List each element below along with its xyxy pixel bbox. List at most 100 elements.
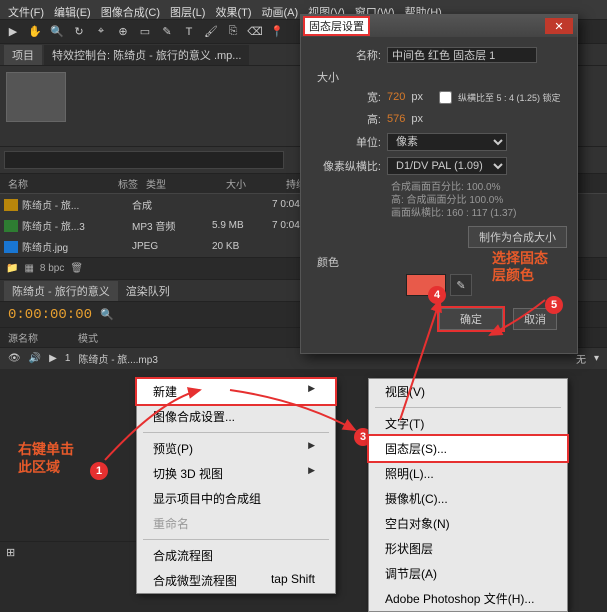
menu-edit[interactable]: 编辑(E) xyxy=(50,2,95,17)
menu-item-photoshop[interactable]: Adobe Photoshop 文件(H)... xyxy=(369,586,567,611)
tab-render-queue[interactable]: 渲染队列 xyxy=(118,281,178,301)
make-comp-size-button[interactable]: 制作为合成大小 xyxy=(468,226,567,248)
menu-separator xyxy=(375,407,561,408)
menu-item-shape[interactable]: 形状图层 xyxy=(369,536,567,561)
pin-tool-icon[interactable]: 📍 xyxy=(268,23,286,41)
unit-select[interactable]: 像素 xyxy=(387,133,507,151)
bpc-button[interactable]: 8 bpc xyxy=(40,263,64,274)
eyedropper-button[interactable]: ✎ xyxy=(450,274,472,296)
label-name: 名称: xyxy=(311,47,381,63)
info-height-pct: 高: 合成画面分比 100.0% xyxy=(391,194,567,207)
speaker-icon[interactable]: 🔊 xyxy=(29,353,41,364)
layer-name: 陈绮贞 - 旅....mp3 xyxy=(78,351,157,366)
par-select[interactable]: D1/DV PAL (1.09) xyxy=(387,157,507,175)
file-size: 5.9 MB xyxy=(212,220,272,231)
lock-aspect-checkbox[interactable] xyxy=(439,91,452,104)
zoom-tool-icon[interactable]: 🔍 xyxy=(48,23,66,41)
dialog-titlebar[interactable]: 固态层设置 ✕ xyxy=(301,15,577,37)
eraser-tool-icon[interactable]: ⌫ xyxy=(246,23,264,41)
chevron-down-icon[interactable]: ▾ xyxy=(594,353,599,364)
file-name: 陈绮贞 - 旅... xyxy=(22,197,132,212)
menu-item-preview[interactable]: 预览(P) xyxy=(137,436,335,461)
brush-tool-icon[interactable]: 🖌 xyxy=(202,23,220,41)
trash-icon[interactable]: 🗑 xyxy=(70,263,83,274)
col-type[interactable]: 类型 xyxy=(142,176,222,191)
context-menu-layer: 新建 图像合成设置... 预览(P) 切换 3D 视图 显示项目中的合成组 重命… xyxy=(136,378,336,594)
text-tool-icon[interactable]: T xyxy=(180,23,198,41)
tab-comp-timeline[interactable]: 陈绮贞 - 旅行的意义 xyxy=(4,281,118,301)
close-icon: ✕ xyxy=(554,20,563,33)
height-value[interactable]: 576 xyxy=(387,113,405,125)
annotation-badge-5: 5 xyxy=(545,296,563,314)
file-type: JPEG xyxy=(132,241,212,252)
info-width-pct: 合成画面百分比: 100.0% xyxy=(391,181,567,194)
file-type: 合成 xyxy=(132,197,212,212)
menu-item-switch3d[interactable]: 切换 3D 视图 xyxy=(137,461,335,486)
height-unit: px xyxy=(411,113,423,125)
composition-thumbnail[interactable] xyxy=(6,72,66,122)
rotate-tool-icon[interactable]: ↻ xyxy=(70,23,88,41)
search-icon[interactable]: 🔍 xyxy=(100,308,114,321)
lock-aspect-label: 纵横比至 5 : 4 (1.25) 锁定 xyxy=(458,91,561,104)
annotation-hint-2: 选择固态层颜色 xyxy=(492,250,548,284)
composition-icon xyxy=(4,199,18,211)
stamp-tool-icon[interactable]: ⎘ xyxy=(224,23,242,41)
col-size[interactable]: 大小 xyxy=(222,176,282,191)
annotation-badge-4: 4 xyxy=(428,286,446,304)
size-section-header: 大小 xyxy=(317,69,567,85)
menu-item-new[interactable]: 新建 xyxy=(137,379,335,404)
pen-tool-icon[interactable]: ✎ xyxy=(158,23,176,41)
menu-layer[interactable]: 图层(L) xyxy=(166,2,209,17)
tab-project[interactable]: 项目 xyxy=(4,45,42,65)
mask-tool-icon[interactable]: ▭ xyxy=(136,23,154,41)
menu-item-mini-flowchart[interactable]: 合成微型流程图tap Shift xyxy=(137,568,335,593)
menu-item-comp-settings[interactable]: 图像合成设置... xyxy=(137,404,335,429)
col-name[interactable]: 名称 xyxy=(4,176,114,191)
ok-button[interactable]: 确定 xyxy=(439,308,503,330)
camera-tool-icon[interactable]: ⌖ xyxy=(92,23,110,41)
menu-comp[interactable]: 图像合成(C) xyxy=(97,2,164,17)
file-name: 陈绮贞 - 旅...3 xyxy=(22,218,132,233)
label-width: 宽: xyxy=(311,89,381,105)
menu-item-reveal[interactable]: 显示项目中的合成组 xyxy=(137,486,335,511)
menu-item-viewer[interactable]: 视图(V) xyxy=(369,379,567,404)
file-name: 陈绮贞.jpg xyxy=(22,239,132,254)
col-tag[interactable]: 标签 xyxy=(114,176,142,191)
menu-item-adjust[interactable]: 调节层(A) xyxy=(369,561,567,586)
timecode[interactable]: 0:00:00:00 xyxy=(8,307,92,323)
anchor-tool-icon[interactable]: ⊕ xyxy=(114,23,132,41)
menu-item-rename: 重命名 xyxy=(137,511,335,536)
menu-item-null[interactable]: 空白对象(N) xyxy=(369,511,567,536)
menu-file[interactable]: 文件(F) xyxy=(4,2,48,17)
info-frame-ar: 画面纵横比: 160 : 117 (1.37) xyxy=(391,207,567,220)
label-unit: 单位: xyxy=(311,134,381,150)
hand-tool-icon[interactable]: ✋ xyxy=(26,23,44,41)
menu-item-flowchart[interactable]: 合成流程图 xyxy=(137,543,335,568)
menu-item-camera[interactable]: 摄像机(C)... xyxy=(369,486,567,511)
menu-item-solid[interactable]: 固态层(S)... xyxy=(369,436,567,461)
close-button[interactable]: ✕ xyxy=(545,18,573,34)
menu-effect[interactable]: 效果(T) xyxy=(211,2,255,17)
eye-icon[interactable]: 👁 xyxy=(8,353,21,364)
width-unit: px xyxy=(411,91,423,103)
col-mode[interactable]: 模式 xyxy=(78,330,98,345)
label-height: 高: xyxy=(311,111,381,127)
toggle-switches-icon[interactable]: ⊞ xyxy=(6,546,15,559)
project-search-input[interactable] xyxy=(4,151,284,169)
annotation-badge-1: 1 xyxy=(90,462,108,480)
solid-name-input[interactable] xyxy=(387,47,537,63)
menu-item-text[interactable]: 文字(T) xyxy=(369,411,567,436)
folder-icon[interactable]: 📁 xyxy=(6,263,18,274)
tab-effect-controls[interactable]: 特效控制台: 陈绮贞 - 旅行的意义 .mp... xyxy=(44,45,249,65)
selection-tool-icon[interactable]: ▶ xyxy=(4,23,22,41)
menu-separator xyxy=(143,539,329,540)
col-source-name[interactable]: 源名称 xyxy=(8,330,38,345)
context-submenu-new: 视图(V) 文字(T) 固态层(S)... 照明(L)... 摄像机(C)...… xyxy=(368,378,568,612)
menu-anim[interactable]: 动画(A) xyxy=(258,2,303,17)
width-value[interactable]: 720 xyxy=(387,91,405,103)
menu-item-light[interactable]: 照明(L)... xyxy=(369,461,567,486)
annotation-hint-1: 右键单击此区域 xyxy=(18,440,74,476)
new-comp-icon[interactable]: ▦ xyxy=(24,263,33,274)
label-par: 像素纵横比: xyxy=(311,158,381,174)
dialog-title: 固态层设置 xyxy=(305,18,368,34)
